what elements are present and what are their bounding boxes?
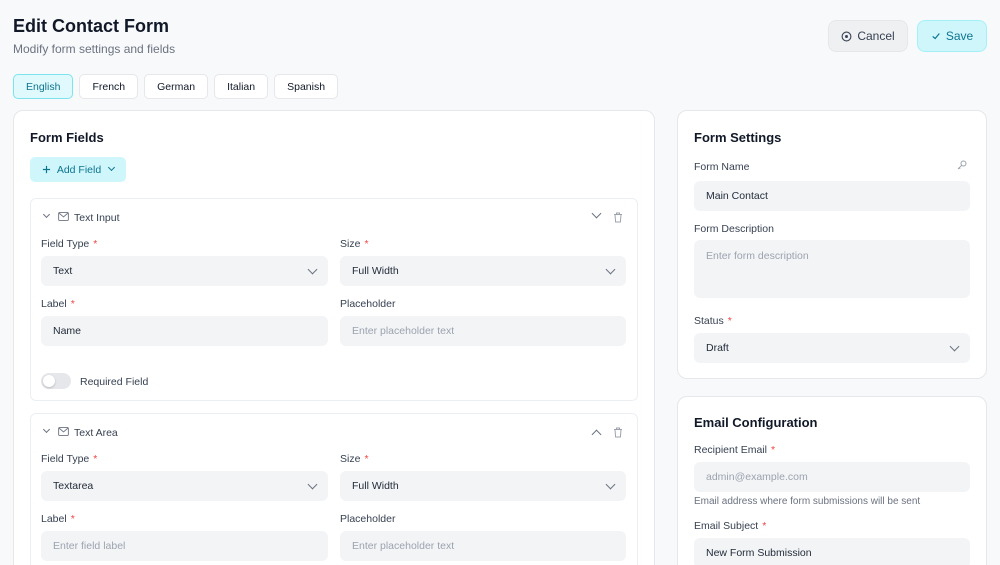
language-tabs: English French German Italian Spanish	[13, 74, 339, 99]
status-label: Status *	[694, 315, 732, 327]
trash-icon[interactable]	[613, 212, 623, 223]
label-input[interactable]: Name	[41, 316, 328, 346]
chevron-down-icon	[108, 163, 116, 172]
placeholder-input[interactable]: Enter placeholder text	[340, 531, 626, 561]
mail-icon	[58, 427, 69, 436]
size-select[interactable]: Full Width	[340, 256, 626, 286]
label-label: Label *	[41, 298, 75, 310]
field-type-value: Text	[53, 265, 73, 277]
recipient-email-label: Recipient Email *	[694, 444, 776, 456]
save-button-label: Save	[945, 29, 974, 43]
chevron-down-icon	[307, 479, 318, 489]
form-description-label: Form Description	[694, 223, 774, 235]
placeholder-label: Placeholder	[340, 513, 396, 525]
tab-spanish[interactable]: Spanish	[274, 74, 339, 99]
form-name-input[interactable]: Main Contact	[694, 181, 970, 211]
recipient-email-hint: Email address where form submissions wil…	[694, 496, 921, 507]
tab-italian[interactable]: Italian	[214, 74, 269, 99]
field-type-title: Text Input	[74, 212, 120, 224]
field-type-title: Text Area	[74, 427, 118, 439]
required-toggle[interactable]	[41, 373, 71, 389]
field-type-label: Field Type *	[41, 238, 98, 250]
email-subject-input[interactable]: New Form Submission	[694, 538, 970, 565]
tab-german[interactable]: German	[144, 74, 209, 99]
mail-icon	[58, 212, 69, 221]
tab-english[interactable]: English	[13, 74, 74, 99]
tab-french[interactable]: French	[79, 74, 139, 99]
field-type-label: Field Type *	[41, 453, 98, 465]
add-field-button[interactable]: Add Field	[30, 157, 126, 182]
cancel-icon	[841, 31, 852, 41]
placeholder-input[interactable]: Enter placeholder text	[340, 316, 626, 346]
chevron-down-icon	[307, 264, 318, 274]
plus-icon	[42, 165, 50, 174]
form-name-label: Form Name	[694, 161, 750, 173]
page-title: Edit Contact Form	[13, 16, 169, 36]
check-icon	[932, 33, 940, 40]
label-input[interactable]: Enter field label	[41, 531, 328, 561]
chevron-down-icon	[949, 341, 960, 351]
form-settings-title: Form Settings	[694, 130, 782, 145]
size-value: Full Width	[352, 480, 399, 492]
size-select[interactable]: Full Width	[340, 471, 626, 501]
status-select[interactable]: Draft	[694, 333, 970, 363]
trash-icon[interactable]	[613, 427, 623, 438]
email-subject-label: Email Subject *	[694, 520, 767, 532]
chevron-down-icon	[605, 264, 616, 274]
field-type-value: Textarea	[53, 480, 94, 492]
size-label: Size *	[340, 453, 369, 465]
save-button[interactable]: Save	[917, 20, 987, 52]
field-type-select[interactable]: Text	[41, 256, 328, 286]
add-field-label: Add Field	[56, 163, 102, 176]
key-icon[interactable]	[957, 160, 967, 170]
cancel-button-label: Cancel	[857, 29, 895, 43]
size-label: Size *	[340, 238, 369, 250]
field-card-text-input	[30, 198, 638, 401]
form-fields-title: Form Fields	[30, 130, 104, 145]
required-label: Required Field	[80, 376, 149, 388]
chevron-down-icon	[605, 479, 616, 489]
label-label: Label *	[41, 513, 75, 525]
page-subtitle: Modify form settings and fields	[13, 42, 176, 56]
status-value: Draft	[706, 342, 729, 354]
cancel-button[interactable]: Cancel	[828, 20, 908, 52]
size-value: Full Width	[352, 265, 399, 277]
placeholder-label: Placeholder	[340, 298, 396, 310]
recipient-email-input[interactable]: admin@example.com	[694, 462, 970, 492]
field-type-select[interactable]: Textarea	[41, 471, 328, 501]
form-description-textarea[interactable]: Enter form description	[694, 240, 970, 298]
email-config-title: Email Configuration	[694, 415, 818, 430]
